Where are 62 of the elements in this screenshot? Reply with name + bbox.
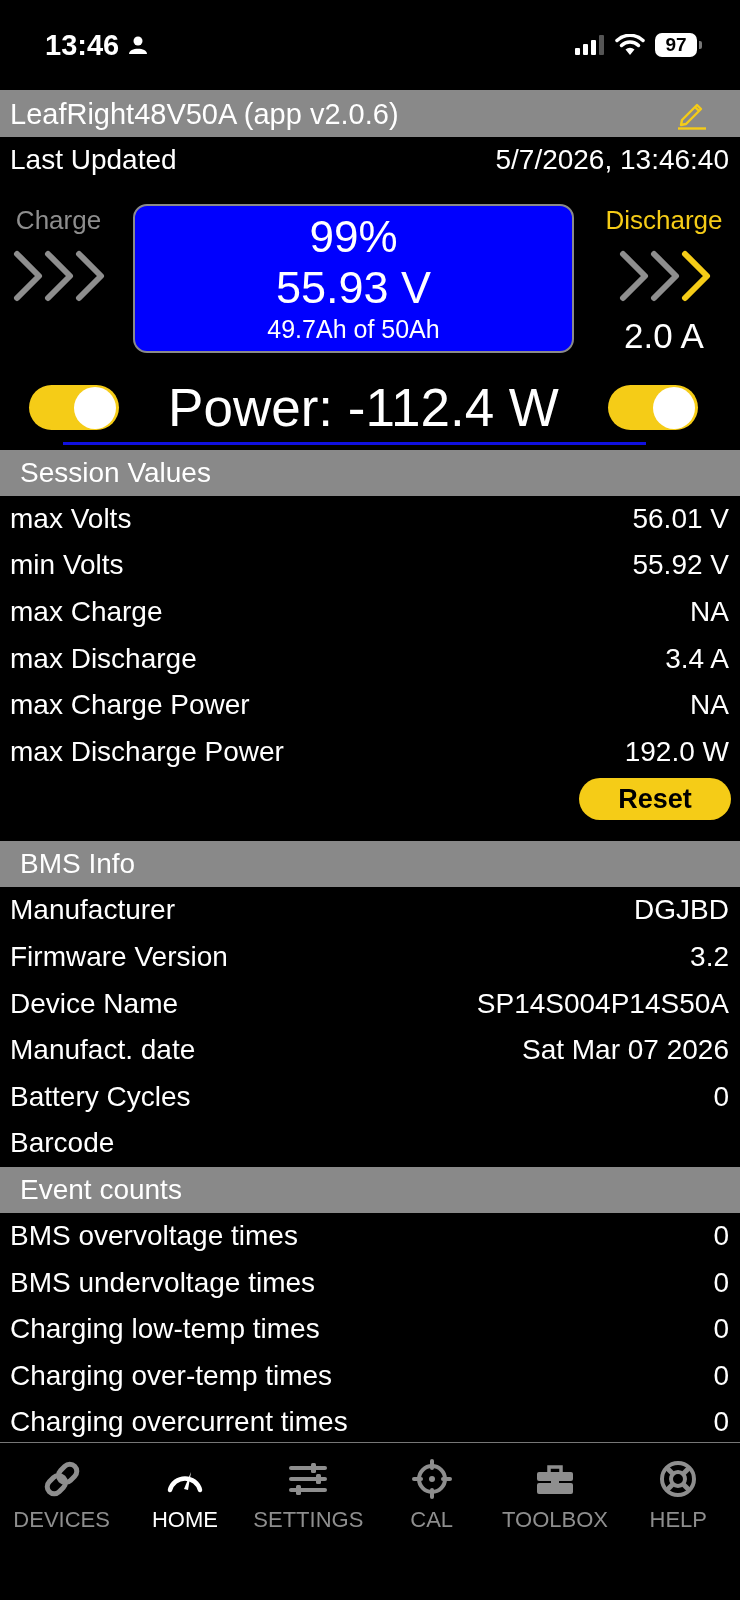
section-header: Session Values — [0, 449, 740, 496]
row-value: 0 — [713, 1267, 729, 1298]
capacity-reading: 49.7Ah of 50Ah — [267, 314, 440, 345]
row-value: 192.0 W — [624, 736, 729, 767]
row-value: 56.01 V — [632, 503, 729, 534]
row-label: Firmware Version — [10, 942, 228, 973]
row-value: 0 — [713, 1407, 729, 1438]
crosshair-icon — [411, 1459, 452, 1499]
voltage-reading: 55.93 V — [275, 262, 432, 315]
wifi-icon — [615, 34, 645, 56]
row-label: Charging overcurrent times — [10, 1407, 348, 1438]
row-label: Manufacturer — [10, 895, 175, 926]
row-label: max Charge — [10, 597, 163, 628]
tab-item[interactable]: DEVICES — [0, 1443, 124, 1600]
row-value: DGJBD — [634, 895, 729, 926]
tab-item[interactable]: CAL — [370, 1443, 494, 1600]
lifebuoy-icon — [658, 1459, 699, 1499]
row-label: min Volts — [10, 550, 124, 581]
section-header: Event counts — [0, 1166, 740, 1213]
row-label: Manufact. date — [10, 1035, 196, 1066]
discharge-current: 2.0 A — [624, 315, 704, 356]
battery-indicator: 97 — [655, 33, 702, 57]
row-label: Charging over-temp times — [10, 1360, 333, 1391]
row-value: Sat Mar 07 2026 — [521, 1035, 729, 1066]
discharge-toggle[interactable] — [608, 385, 698, 431]
last-updated-label: Last Updated — [10, 145, 177, 176]
device-title: LeafRight48V50A (app v2.0.6) — [10, 97, 399, 130]
signal-icon — [575, 35, 605, 55]
row-value: NA — [690, 690, 729, 721]
charge-toggle[interactable] — [29, 385, 119, 431]
charge-label: Charge — [15, 203, 102, 236]
status-time: 13:46 — [45, 28, 120, 62]
tab-item[interactable]: HELP — [616, 1443, 740, 1600]
row-value: 0 — [713, 1221, 729, 1251]
tab-item[interactable]: SETTINGS — [246, 1443, 370, 1600]
row-value: NA — [690, 597, 729, 628]
power-reading: Power: -112.4 W — [168, 376, 559, 439]
row-value: 0 — [713, 1314, 729, 1345]
tab-item[interactable]: TOOLBOX — [493, 1443, 617, 1600]
row-label: BMS undervoltage times — [10, 1267, 316, 1298]
row-value: SP14S004P14S50A — [476, 988, 729, 1019]
charge-percent: 99% — [309, 212, 398, 263]
row-label: max Volts — [10, 503, 132, 534]
row-value: 3.4 A — [665, 643, 729, 674]
row-label: max Discharge — [10, 643, 197, 674]
row-label: max Discharge Power — [10, 736, 284, 767]
row-label: Charging low-temp times — [10, 1314, 320, 1345]
tab-item[interactable]: HOME — [123, 1443, 247, 1600]
row-label: max Charge Power — [10, 690, 250, 721]
discharge-label: Discharge — [605, 203, 723, 236]
row-label: BMS overvoltage times — [10, 1221, 298, 1251]
person-icon — [128, 35, 149, 55]
row-value: 3.2 — [690, 942, 729, 973]
row-value: 55.92 V — [632, 550, 729, 581]
row-label: Device Name — [10, 988, 179, 1019]
section-header: BMS Info — [0, 841, 740, 888]
row-value: 0 — [713, 1081, 729, 1112]
row-label: Barcode — [10, 1128, 115, 1159]
row-label: Battery Cycles — [10, 1081, 191, 1112]
row-value: 0 — [713, 1360, 729, 1391]
reset-button[interactable]: Reset — [579, 778, 731, 821]
last-updated-value: 5/7/2026, 13:46:40 — [495, 145, 729, 176]
